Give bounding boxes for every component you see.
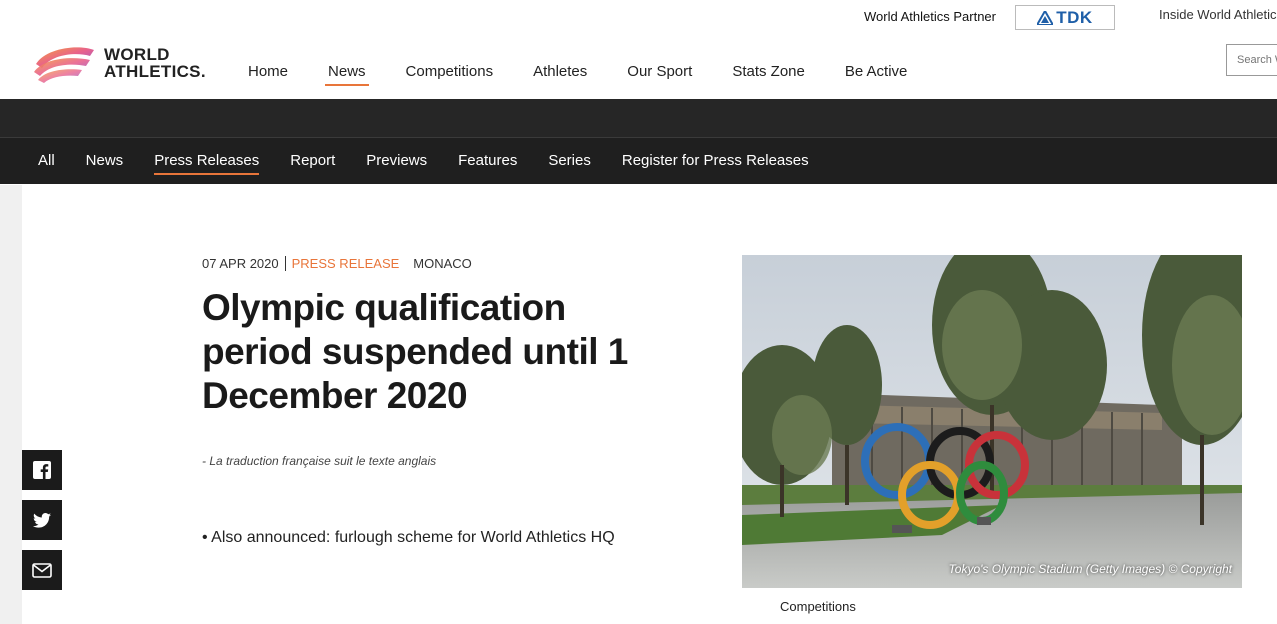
- nav-item-home[interactable]: Home: [248, 63, 288, 86]
- share-facebook-button[interactable]: [22, 450, 62, 490]
- article-location: MONACO: [413, 256, 472, 271]
- article-hero-image: Tokyo's Olympic Stadium (Getty Images) ©…: [742, 255, 1242, 588]
- world-athletics-logo-icon: [34, 47, 94, 83]
- news-sub-navigation-bar: All News Press Releases Report Previews …: [0, 137, 1277, 184]
- sub-nav-news[interactable]: News: [86, 152, 124, 175]
- partner-label: World Athletics Partner: [864, 9, 996, 24]
- nav-item-athletes[interactable]: Athletes: [533, 63, 587, 86]
- news-sub-navigation: All News Press Releases Report Previews …: [38, 152, 840, 175]
- logo-line-2: ATHLETICS.: [104, 62, 206, 81]
- search-input[interactable]: [1227, 45, 1277, 75]
- tdk-emblem-icon: [1037, 10, 1054, 25]
- main-navigation: Home News Competitions Athletes Our Spor…: [248, 63, 947, 86]
- nav-item-be-active[interactable]: Be Active: [845, 63, 908, 86]
- article-date: 07 APR 2020: [202, 256, 286, 271]
- article-type-link[interactable]: PRESS RELEASE: [292, 256, 400, 271]
- email-icon: [32, 562, 52, 578]
- sub-nav-previews[interactable]: Previews: [366, 152, 427, 175]
- nav-item-stats-zone[interactable]: Stats Zone: [732, 63, 805, 86]
- world-athletics-logo[interactable]: WORLD ATHLETICS.: [32, 42, 212, 84]
- sub-nav-features[interactable]: Features: [458, 152, 517, 175]
- nav-item-our-sport[interactable]: Our Sport: [627, 63, 692, 86]
- search-box: [1226, 44, 1277, 76]
- category-link-competitions[interactable]: Competitions: [780, 599, 856, 614]
- facebook-icon: [33, 461, 51, 479]
- image-caption: Tokyo's Olympic Stadium (Getty Images) ©…: [948, 562, 1232, 576]
- article-meta: 07 APR 2020 PRESS RELEASE MONACO: [202, 256, 472, 271]
- tdk-sponsor-logo[interactable]: TDK: [1015, 5, 1115, 30]
- translation-note: - La traduction française suit le texte …: [202, 454, 437, 468]
- sub-nav-press-releases[interactable]: Press Releases: [154, 152, 260, 175]
- twitter-icon: [33, 512, 51, 528]
- sub-nav-report[interactable]: Report: [290, 152, 335, 175]
- partner-strip: World Athletics Partner TDK Inside World…: [0, 0, 1277, 36]
- share-twitter-button[interactable]: [22, 500, 62, 540]
- logo-wordmark: WORLD ATHLETICS.: [104, 46, 206, 80]
- article-summary-bullet: • Also announced: furlough scheme for Wo…: [202, 529, 615, 546]
- logo-line-1: WORLD: [104, 45, 170, 64]
- nav-item-competitions[interactable]: Competitions: [406, 63, 494, 86]
- inside-world-athletics-link[interactable]: Inside World Athletics: [1159, 7, 1277, 22]
- article-headline: Olympic qualification period suspended u…: [202, 287, 628, 416]
- nav-item-news[interactable]: News: [325, 63, 369, 86]
- left-gutter: [0, 185, 22, 624]
- sub-nav-all[interactable]: All: [38, 152, 55, 175]
- share-email-button[interactable]: [22, 550, 62, 590]
- olympic-stadium-photo: [742, 255, 1242, 588]
- sub-nav-register-press-releases[interactable]: Register for Press Releases: [622, 152, 809, 175]
- dark-band: [0, 99, 1277, 137]
- tdk-sponsor-name: TDK: [1056, 7, 1093, 27]
- sub-nav-series[interactable]: Series: [548, 152, 591, 175]
